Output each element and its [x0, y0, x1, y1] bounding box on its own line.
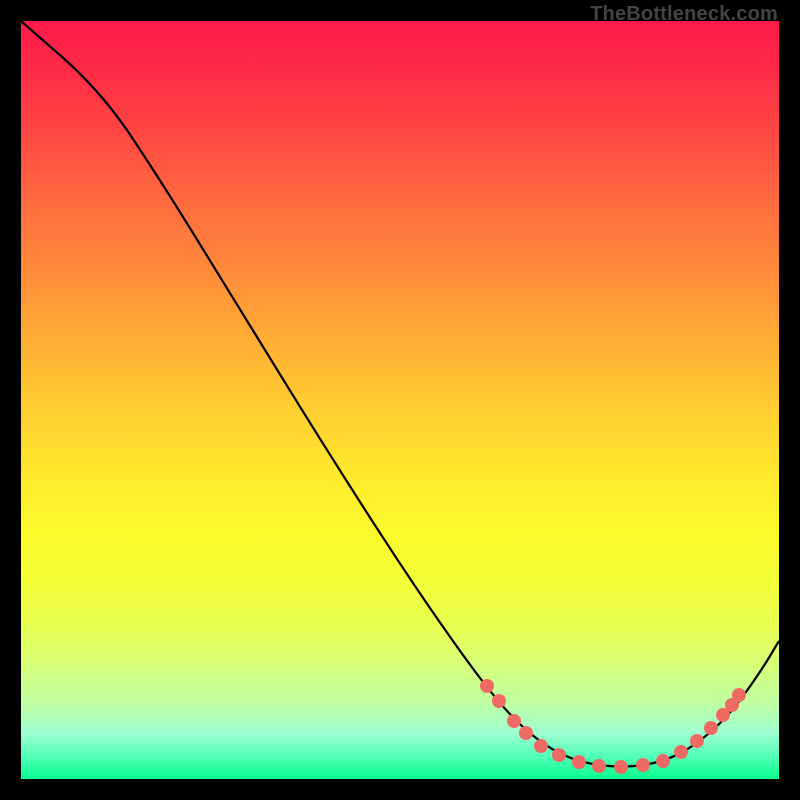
marker-point: [492, 694, 506, 708]
marker-point: [519, 726, 533, 740]
marker-point: [552, 748, 566, 762]
marker-point: [592, 759, 606, 773]
marker-point: [572, 755, 586, 769]
marker-point: [674, 745, 688, 759]
marker-point: [704, 721, 718, 735]
curve-line: [21, 21, 779, 767]
marker-point: [507, 714, 521, 728]
marker-point: [656, 754, 670, 768]
marker-point: [614, 760, 628, 774]
marker-point: [480, 679, 494, 693]
marker-point: [636, 758, 650, 772]
marker-point: [732, 688, 746, 702]
marker-point: [534, 739, 548, 753]
chart-container: TheBottleneck.com: [0, 0, 800, 800]
plot-area: [21, 21, 779, 779]
marker-point: [690, 734, 704, 748]
watermark-text: TheBottleneck.com: [590, 3, 778, 26]
chart-svg: [21, 21, 779, 779]
